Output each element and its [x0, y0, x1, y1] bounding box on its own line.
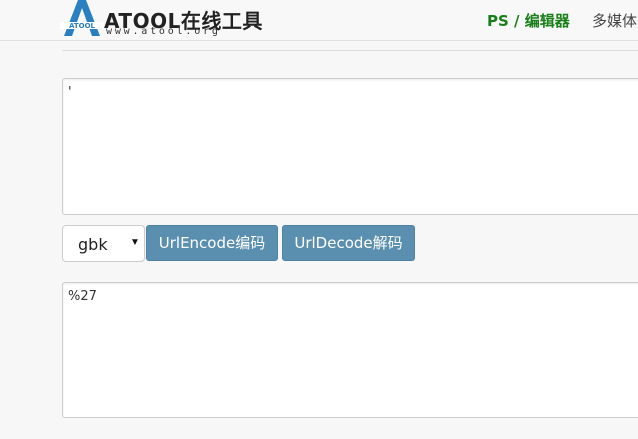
input-textarea[interactable]: '	[62, 78, 638, 215]
encoding-select-value: gbk	[78, 235, 108, 254]
logo-subtitle: www.atool.org	[106, 26, 221, 37]
site-logo[interactable]: ATOOL ATOOL在线工具 www.atool.org	[60, 0, 262, 40]
site-header: ATOOL ATOOL在线工具 www.atool.org PS / 编辑器 多…	[0, 0, 638, 41]
logo-mark-text: ATOOL	[69, 22, 96, 30]
nav-item-ps-editor[interactable]: PS / 编辑器	[487, 10, 570, 31]
url-encode-button[interactable]: UrlEncode编码	[146, 225, 278, 261]
output-textarea[interactable]: %27	[62, 282, 638, 418]
url-decode-button[interactable]: UrlDecode解码	[282, 225, 415, 261]
divider	[62, 50, 638, 51]
encoding-select[interactable]: gbk ▼	[62, 225, 145, 262]
nav-item-multimedia[interactable]: 多媒体	[592, 10, 637, 31]
logo-a-icon: ATOOL	[60, 0, 104, 36]
chevron-down-icon: ▼	[130, 237, 140, 248]
